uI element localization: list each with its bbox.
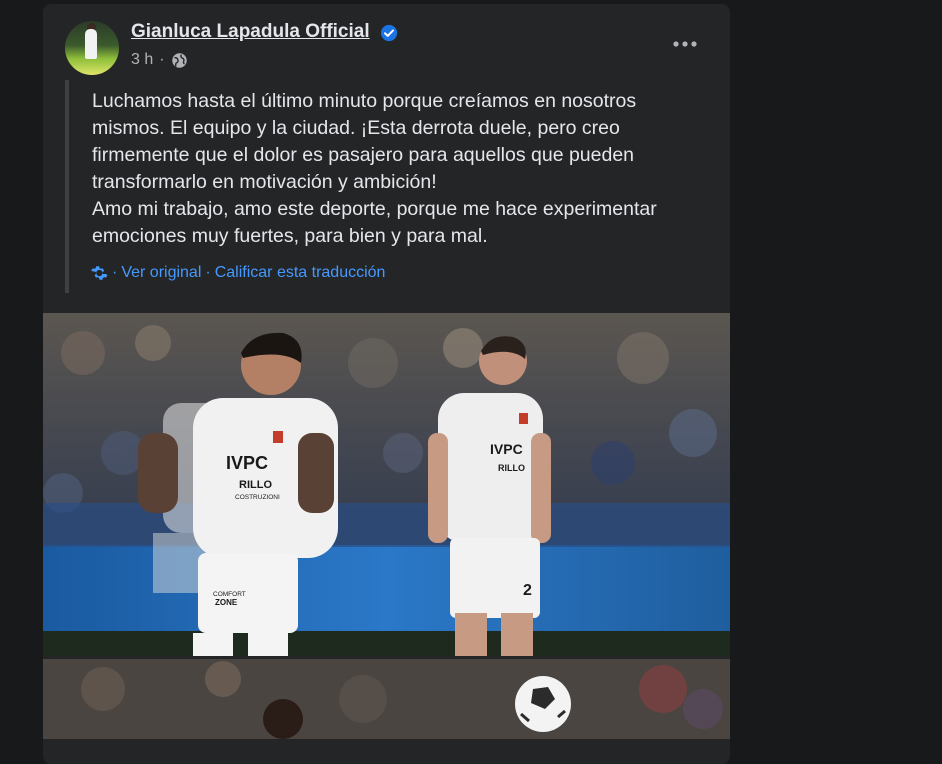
photo-1-image: IVPC RILLO COSTRUZIONI COMFORT ZONE IVPC… [43,313,730,656]
post-time[interactable]: 3 h [131,51,153,69]
translation-separator: · [112,264,118,281]
post-text: Luchamos hasta el último minuto porque c… [92,90,657,247]
avatar-figure [85,29,97,59]
left-shorts-logo-2: ZONE [215,598,238,607]
soccer-ball-icon [515,676,571,732]
photo-2-image [43,659,730,739]
more-options-icon [673,41,697,47]
post-header: Gianluca Lapadula Official 3 h · [43,4,730,84]
translation-quote-bar [65,80,69,293]
verified-badge-icon [380,24,398,42]
author-avatar[interactable] [65,21,119,75]
right-kit-sponsor-sub: RILLO [498,463,525,473]
meta-separator: · [159,51,165,68]
globe-icon[interactable] [171,52,188,69]
post-photo-2[interactable] [43,659,730,739]
more-options-button[interactable] [670,34,700,54]
left-kit-sponsor-sub2: COSTRUZIONI [235,494,280,501]
author-name[interactable]: Gianluca Lapadula Official [131,21,370,43]
right-kit-sponsor: IVPC [490,441,523,457]
post-photo-1[interactable]: IVPC RILLO COSTRUZIONI COMFORT ZONE IVPC… [43,313,730,656]
post-meta: 3 h · [131,51,188,69]
see-original-link[interactable]: Ver original [121,264,201,282]
gear-icon[interactable] [90,264,108,282]
rate-translation-link[interactable]: Calificar esta traducción [215,264,386,282]
left-kit-sponsor: IVPC [226,453,268,473]
left-shorts-logo-1: COMFORT [213,591,246,598]
post-card: Gianluca Lapadula Official 3 h · Luchamo… [43,4,730,764]
right-shorts-number: 2 [523,582,532,599]
left-kit-sponsor-sub: RILLO [239,479,272,491]
translation-row: · Ver original · Calificar esta traducci… [90,264,385,282]
translation-separator: · [205,264,211,281]
